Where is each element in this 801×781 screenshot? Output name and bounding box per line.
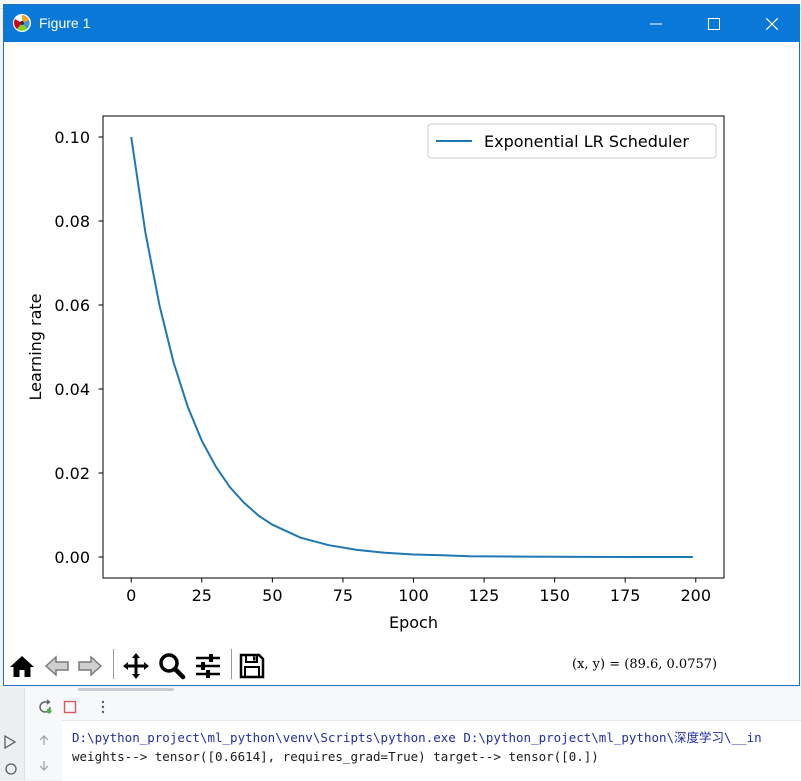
ide-run-panel: D:\python_project\ml_python\venv\Scripts… — [0, 688, 801, 781]
zoom-button[interactable] — [156, 651, 188, 681]
figure-canvas[interactable]: 0 25 50 75 100 125 150 175 200 0.00 0.02 0.04 0.06 0.… — [4, 42, 799, 642]
cursor-coordinates: (x, y) = (89.6, 0.0757) — [572, 657, 718, 672]
minimize-icon — [650, 23, 662, 24]
line-chart: 0 25 50 75 100 125 150 175 200 0.00 0.02 0.04 0.06 0.… — [26, 115, 725, 632]
x-axis-label: Epoch — [389, 613, 438, 632]
back-icon — [44, 655, 69, 677]
configure-subplots-button[interactable] — [192, 651, 224, 681]
title-bar[interactable]: Figure 1 — [4, 5, 799, 42]
x-tick-label: 25 — [192, 586, 212, 605]
home-icon — [10, 656, 34, 677]
save-button[interactable] — [236, 651, 268, 681]
forward-icon — [78, 655, 103, 677]
matplotlib-logo-icon — [13, 14, 31, 32]
x-tick-label: 125 — [469, 586, 500, 605]
legend-label: Exponential LR Scheduler — [484, 132, 689, 151]
figure-window: Figure 1 0 25 50 75 100 125 150 175 200 0.00 0.02 0… — [3, 4, 800, 686]
y-axis-label: Learning rate — [26, 293, 45, 400]
legend: Exponential LR Scheduler — [427, 123, 717, 159]
back-button[interactable] — [41, 651, 73, 681]
forward-button[interactable] — [74, 651, 106, 681]
scroll-down-icon[interactable] — [38, 760, 50, 772]
settings-icon[interactable] — [4, 762, 18, 776]
toolbar-separator — [113, 649, 114, 679]
x-tick-label: 75 — [333, 586, 353, 605]
more-options-icon[interactable] — [100, 700, 106, 714]
console-command-line: D:\python_project\ml_python\venv\Scripts… — [72, 730, 762, 745]
toolbar-separator — [231, 649, 232, 679]
configure-subplots-icon — [196, 654, 220, 678]
panel-splitter[interactable] — [78, 688, 174, 691]
y-tick-label: 0.06 — [54, 296, 90, 315]
maximize-icon — [708, 17, 720, 30]
x-tick-label: 200 — [680, 586, 711, 605]
x-tick-label: 150 — [539, 586, 570, 605]
x-tick-label: 50 — [262, 586, 282, 605]
y-tick-label: 0.08 — [54, 212, 90, 231]
x-tick-label: 0 — [126, 586, 136, 605]
y-tick-label: 0.00 — [54, 548, 90, 567]
ide-left-gutter — [0, 688, 25, 780]
pan-button[interactable] — [120, 651, 152, 681]
pan-icon — [123, 653, 149, 679]
console-output[interactable]: D:\python_project\ml_python\venv\Scripts… — [62, 720, 801, 781]
close-button[interactable] — [743, 5, 801, 42]
save-icon — [239, 653, 265, 679]
x-tick-label: 175 — [610, 586, 641, 605]
console-output-line: weights--> tensor([0.6614], requires_gra… — [72, 749, 599, 764]
close-icon — [766, 17, 778, 30]
plot-area — [102, 115, 725, 579]
run-icon[interactable] — [2, 734, 18, 750]
y-tick-label: 0.04 — [54, 380, 90, 399]
navigation-toolbar: (x, y) = (89.6, 0.0757) — [4, 643, 799, 685]
window-title: Figure 1 — [39, 15, 91, 31]
x-tick-label: 100 — [398, 586, 429, 605]
rerun-icon[interactable] — [37, 699, 53, 715]
home-button[interactable] — [6, 651, 38, 681]
minimize-button[interactable] — [627, 5, 685, 42]
maximize-button[interactable] — [685, 5, 743, 42]
scroll-up-icon[interactable] — [38, 734, 50, 746]
zoom-icon — [159, 653, 186, 680]
y-tick-label: 0.10 — [54, 128, 90, 147]
stop-icon[interactable] — [63, 700, 77, 714]
y-tick-label: 0.02 — [54, 464, 90, 483]
